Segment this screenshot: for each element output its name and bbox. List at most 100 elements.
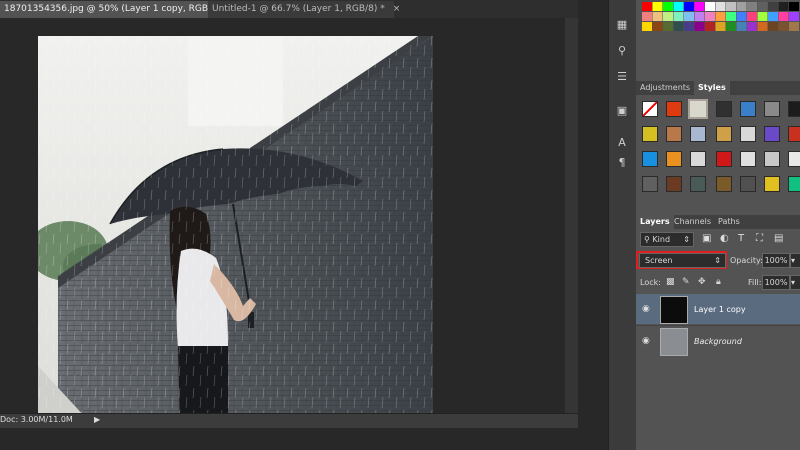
color-swatch[interactable] — [715, 2, 726, 11]
layer-row-layer-1-copy[interactable]: ◉ Layer 1 copy — [636, 294, 800, 324]
color-swatch[interactable] — [705, 22, 715, 31]
opacity-input[interactable]: 100% — [762, 253, 790, 268]
style-swatch[interactable] — [764, 151, 780, 167]
visibility-eye-icon[interactable]: ◉ — [642, 336, 652, 346]
swatches-panel[interactable] — [636, 0, 800, 36]
opacity-chevron-icon[interactable]: ▾ — [790, 253, 800, 268]
color-swatch[interactable] — [684, 12, 694, 21]
color-swatch[interactable] — [747, 22, 757, 31]
color-swatch[interactable] — [757, 12, 768, 21]
adjustment-filter-icon[interactable]: ◐ — [720, 233, 729, 244]
color-swatch[interactable] — [684, 2, 694, 11]
style-swatch[interactable] — [788, 101, 800, 117]
color-swatch[interactable] — [778, 22, 789, 31]
tab-layers[interactable]: Layers — [636, 215, 674, 229]
color-swatch[interactable] — [778, 2, 789, 11]
style-swatch[interactable] — [764, 101, 780, 117]
canvas-area[interactable] — [0, 18, 590, 431]
style-swatch[interactable] — [788, 126, 800, 142]
color-swatch[interactable] — [768, 2, 778, 11]
character-icon[interactable]: A — [613, 136, 631, 150]
color-swatch[interactable] — [684, 22, 694, 31]
tab-document-1[interactable]: 18701354356.jpg @ 50% (Layer 1 copy, RGB… — [0, 1, 243, 18]
shape-filter-icon[interactable]: ⛶ — [756, 233, 763, 244]
color-swatch[interactable] — [694, 22, 705, 31]
smart-object-filter-icon[interactable]: ▤ — [774, 233, 783, 244]
tab-document-2[interactable]: Untitled-1 @ 66.7% (Layer 1, RGB/8) * × — [208, 1, 400, 18]
horizontal-scrollbar[interactable] — [0, 428, 590, 450]
tab-styles[interactable]: Styles — [694, 81, 730, 95]
style-swatch[interactable] — [788, 151, 800, 167]
color-swatch[interactable] — [673, 2, 684, 11]
status-arrow-icon[interactable]: ▶ — [94, 415, 100, 424]
style-swatch[interactable] — [642, 176, 658, 192]
color-swatch[interactable] — [747, 2, 757, 11]
color-swatch[interactable] — [642, 22, 652, 31]
style-swatch[interactable] — [690, 151, 706, 167]
color-swatch[interactable] — [768, 22, 778, 31]
color-swatch[interactable] — [715, 22, 726, 31]
color-swatch[interactable] — [757, 2, 768, 11]
color-swatch[interactable] — [673, 22, 684, 31]
color-swatch[interactable] — [789, 2, 799, 11]
lock-transparent-icon[interactable]: ▩ — [666, 277, 675, 287]
color-swatch[interactable] — [747, 12, 757, 21]
vertical-scrollbar[interactable] — [565, 18, 579, 414]
blend-mode-select[interactable]: Screen ⇕ — [639, 253, 726, 268]
color-swatch[interactable] — [642, 2, 652, 11]
close-icon[interactable]: × — [393, 4, 401, 14]
color-swatch[interactable] — [726, 22, 736, 31]
style-swatch[interactable] — [716, 126, 732, 142]
style-swatch[interactable] — [740, 101, 756, 117]
color-swatch[interactable] — [705, 12, 715, 21]
color-swatch[interactable] — [663, 22, 673, 31]
tab-adjustments[interactable]: Adjustments — [636, 81, 694, 95]
style-swatch[interactable] — [666, 151, 682, 167]
color-icon[interactable]: ▦ — [613, 18, 631, 32]
style-swatch[interactable] — [666, 176, 682, 192]
style-swatch[interactable] — [716, 176, 732, 192]
color-swatch[interactable] — [789, 12, 799, 21]
styles-icon[interactable]: ▣ — [613, 104, 631, 118]
style-swatch[interactable] — [764, 176, 780, 192]
layer-row-background[interactable]: ◉ Background — [636, 325, 800, 356]
style-swatch[interactable] — [740, 126, 756, 142]
photo-canvas[interactable] — [38, 36, 433, 431]
color-swatch[interactable] — [663, 2, 673, 11]
color-swatch[interactable] — [652, 2, 663, 11]
paragraph-icon[interactable]: ¶ — [613, 156, 631, 170]
brush-icon[interactable]: ⚲ — [613, 44, 631, 58]
color-swatch[interactable] — [778, 12, 789, 21]
style-swatch[interactable] — [716, 101, 732, 117]
lock-all-icon[interactable]: 🔒︎ — [716, 277, 721, 287]
color-swatch[interactable] — [652, 22, 663, 31]
pixel-filter-icon[interactable]: ▣ — [702, 233, 711, 244]
style-swatch[interactable] — [642, 126, 658, 142]
color-swatch[interactable] — [663, 12, 673, 21]
style-swatch[interactable] — [788, 176, 800, 192]
style-swatch[interactable] — [688, 99, 708, 119]
lock-move-icon[interactable]: ✥ — [698, 277, 706, 287]
style-swatch[interactable] — [740, 151, 756, 167]
color-swatch[interactable] — [768, 12, 778, 21]
color-swatch[interactable] — [726, 12, 736, 21]
color-swatch[interactable] — [694, 12, 705, 21]
style-none-icon[interactable] — [642, 101, 658, 117]
style-swatch[interactable] — [690, 126, 706, 142]
kind-filter-select[interactable]: ⚲ Kind ⇕ — [640, 232, 694, 247]
color-swatch[interactable] — [736, 12, 747, 21]
style-swatch[interactable] — [764, 126, 780, 142]
color-swatch[interactable] — [789, 22, 799, 31]
type-filter-icon[interactable]: T — [738, 233, 744, 244]
fill-chevron-icon[interactable]: ▾ — [790, 275, 800, 290]
style-swatch[interactable] — [666, 101, 682, 117]
color-swatch[interactable] — [652, 12, 663, 21]
color-swatch[interactable] — [757, 22, 768, 31]
adjust-icon[interactable]: ☰ — [613, 70, 631, 84]
style-swatch[interactable] — [716, 151, 732, 167]
color-swatch[interactable] — [715, 12, 726, 21]
styles-grid[interactable] — [636, 95, 800, 197]
tab-channels[interactable]: Channels — [670, 215, 715, 229]
fill-input[interactable]: 100% — [762, 275, 790, 290]
style-swatch[interactable] — [642, 151, 658, 167]
